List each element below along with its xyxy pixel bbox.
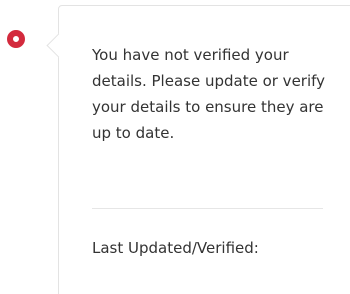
popover-pointer <box>46 33 71 58</box>
verification-popover-area: You have not verified your details. Plea… <box>0 0 350 294</box>
divider <box>92 208 323 209</box>
verification-message: You have not verified your details. Plea… <box>92 46 326 142</box>
last-updated-label: Last Updated/Verified: <box>92 239 259 257</box>
verification-popover: You have not verified your details. Plea… <box>46 5 350 294</box>
ring-icon <box>7 30 25 48</box>
